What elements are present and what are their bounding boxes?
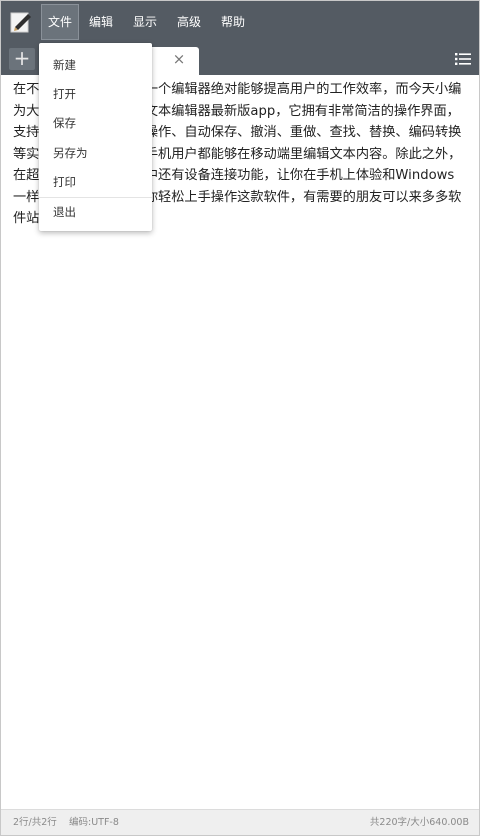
encoding-indicator: 编码:UTF-8 [69,817,119,828]
menu-advanced[interactable]: 高级 [171,4,207,40]
status-bar: 2行/共2行 编码:UTF-8 共220字/大小640.00B [1,809,479,835]
menu-bar: 文件 编辑 显示 高级 帮助 [1,1,479,43]
menu-item-save-as[interactable]: 另存为 [39,139,152,168]
app-window: 文件 编辑 显示 高级 帮助 + × 在不少场合里面，拥有一个编辑器绝对能够提高… [0,0,480,836]
menu-item-new[interactable]: 新建 [39,51,152,80]
menu-item-print[interactable]: 打印 [39,168,152,197]
menu-edit[interactable]: 编辑 [83,4,119,40]
menu-help[interactable]: 帮助 [215,4,251,40]
menu-item-save[interactable]: 保存 [39,109,152,138]
close-icon[interactable]: × [171,51,187,67]
menu-item-exit[interactable]: 退出 [39,198,152,227]
file-size: 共220字/大小640.00B [369,817,469,828]
line-count: 2行/共2行 [13,817,57,828]
list-icon[interactable] [455,51,471,67]
menu-item-open[interactable]: 打开 [39,80,152,109]
app-logo-icon [10,12,31,33]
add-tab-button[interactable]: + [9,48,35,70]
file-menu-dropdown: 新建 打开 保存 另存为 打印 退出 [39,43,152,231]
menu-view[interactable]: 显示 [127,4,163,40]
menu-file[interactable]: 文件 [41,4,79,40]
